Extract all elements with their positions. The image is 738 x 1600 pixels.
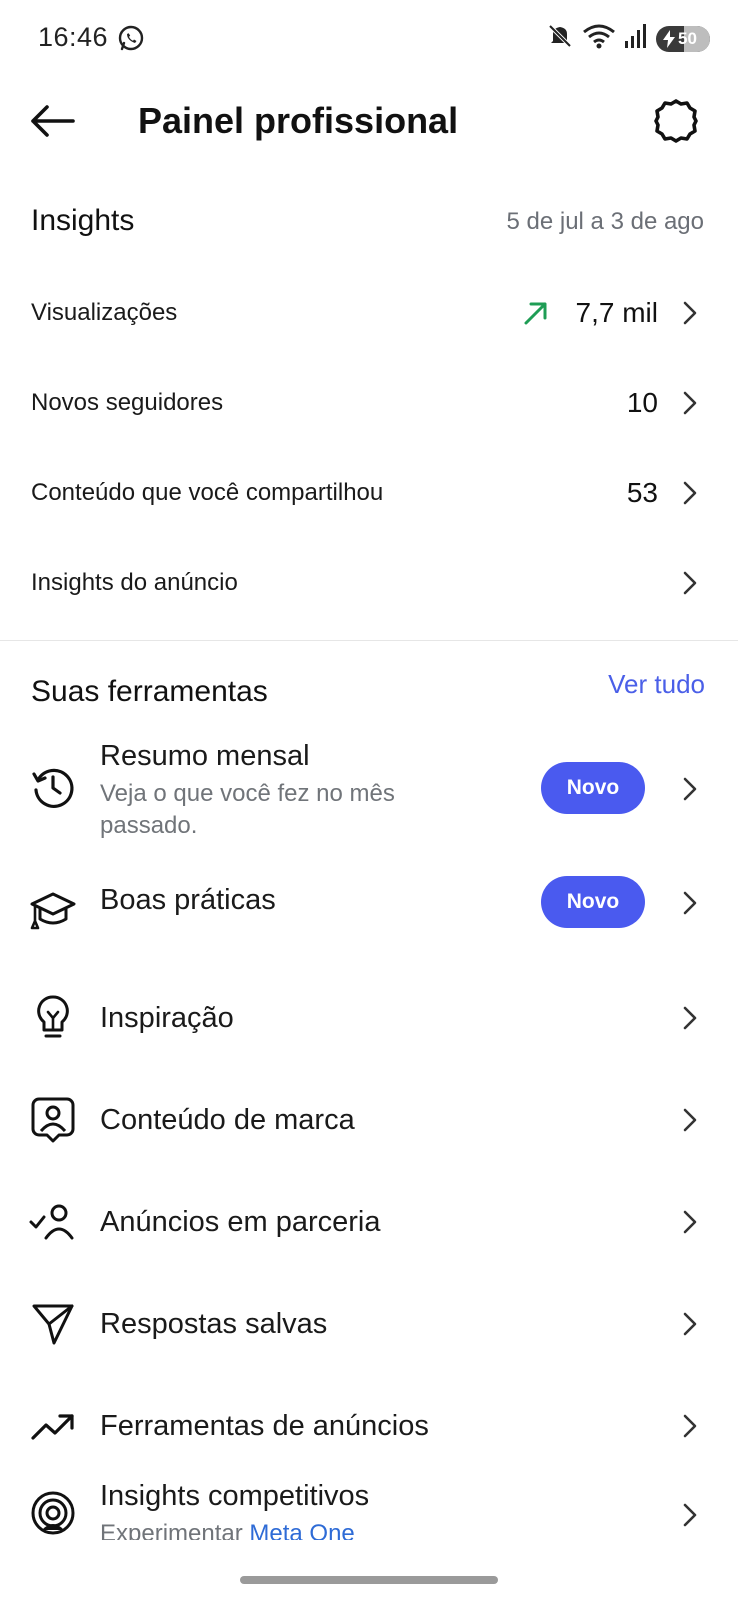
new-badge: Novo: [541, 876, 645, 928]
tool-label: Anúncios em parceria: [100, 1206, 381, 1238]
new-badge: Novo: [541, 762, 645, 814]
arrow-left-icon: [29, 104, 75, 143]
chevron-right-icon: [680, 388, 700, 418]
chevron-right-icon: [680, 568, 700, 598]
status-bar: 16:46 50: [0, 0, 738, 80]
signal-icon: [624, 23, 648, 54]
whatsapp-icon: [116, 24, 146, 54]
tools-header: Suas ferramentas Ver tudo: [0, 665, 738, 715]
subtitle-prefix: Experimentar: [100, 1520, 250, 1540]
metric-value: 10: [626, 387, 658, 418]
metric-label: Insights do anúncio: [31, 569, 238, 596]
partner-check-icon: [28, 1197, 78, 1247]
chevron-right-icon: [680, 1309, 700, 1339]
tool-item-competitive-insights[interactable]: Insights competitivos Experimentar Meta …: [0, 1478, 738, 1540]
wifi-icon: [582, 22, 616, 55]
battery-icon: 50: [656, 25, 710, 52]
page-title: Painel profissional: [138, 100, 459, 141]
status-time: 16:46: [38, 22, 109, 52]
home-indicator[interactable]: [240, 1576, 498, 1584]
tool-item-monthly-summary[interactable]: Resumo mensal Veja o que você fez no mês…: [0, 740, 738, 840]
tool-label: Conteúdo de marca: [100, 1104, 355, 1136]
chevron-right-icon: [680, 1207, 700, 1237]
back-button[interactable]: [26, 100, 78, 146]
send-icon: [28, 1299, 78, 1349]
meta-one-link[interactable]: Meta One: [249, 1520, 354, 1540]
tool-label: Insights competitivos: [100, 1480, 370, 1512]
mute-icon: [546, 22, 574, 55]
metric-label: Novos seguidores: [31, 389, 224, 416]
tool-item-best-practices[interactable]: Boas práticas Novo: [0, 872, 738, 952]
tool-label: Inspiração: [100, 1002, 234, 1034]
chevron-right-icon: [680, 1500, 700, 1530]
metric-row-new-followers[interactable]: Novos seguidores 10: [0, 358, 738, 448]
target-icon: [28, 1488, 78, 1538]
metric-label: Conteúdo que você compartilhou: [31, 479, 384, 506]
chevron-right-icon: [680, 1003, 700, 1033]
metric-value: 7,7 mil: [575, 297, 658, 328]
chevron-right-icon: [680, 1411, 700, 1441]
tool-label: Respostas salvas: [100, 1308, 328, 1340]
tool-label: Boas práticas: [100, 884, 276, 916]
insights-date-range[interactable]: 5 de jul a 3 de ago: [507, 208, 705, 236]
metric-label: Visualizações: [31, 299, 178, 326]
tool-subtitle: Experimentar Meta One: [100, 1518, 470, 1540]
branded-content-icon: [28, 1095, 78, 1145]
lightbulb-icon: [28, 993, 78, 1043]
metric-row-views[interactable]: Visualizações 7,7 mil: [0, 268, 738, 358]
chevron-right-icon: [680, 888, 700, 918]
tool-item-saved-replies[interactable]: Respostas salvas: [0, 1288, 738, 1360]
chevron-right-icon: [680, 478, 700, 508]
history-icon: [28, 762, 78, 812]
trend-up-arrow-icon: [522, 299, 550, 327]
metric-value: 53: [626, 477, 658, 508]
tool-item-ad-tools[interactable]: Ferramentas de anúncios: [0, 1390, 738, 1462]
battery-level: 50: [678, 28, 697, 48]
status-icons: 50: [546, 22, 710, 55]
trend-up-icon: [28, 1401, 78, 1451]
tool-subtitle: Veja o que você fez no mês passado.: [100, 780, 395, 839]
insights-title: Insights: [31, 204, 135, 237]
tools-title: Suas ferramentas: [31, 675, 268, 708]
app-header: Painel profissional: [0, 80, 738, 166]
chevron-right-icon: [680, 298, 700, 328]
graduation-cap-icon: [28, 886, 78, 936]
metric-row-content-shared[interactable]: Conteúdo que você compartilhou 53: [0, 448, 738, 538]
chevron-right-icon: [680, 774, 700, 804]
insights-header: Insights 5 de jul a 3 de ago: [0, 200, 738, 250]
settings-button[interactable]: [650, 97, 702, 149]
gear-icon: [653, 98, 699, 149]
chevron-right-icon: [680, 1105, 700, 1135]
metric-row-ad-insights[interactable]: Insights do anúncio: [0, 538, 738, 628]
tool-label: Resumo mensal: [100, 740, 310, 772]
see-all-link[interactable]: Ver tudo: [608, 669, 705, 700]
tool-label: Ferramentas de anúncios: [100, 1410, 429, 1442]
tool-item-inspiration[interactable]: Inspiração: [0, 982, 738, 1054]
section-divider: [0, 640, 738, 641]
tool-item-branded-content[interactable]: Conteúdo de marca: [0, 1084, 738, 1156]
tool-item-partnership-ads[interactable]: Anúncios em parceria: [0, 1186, 738, 1258]
